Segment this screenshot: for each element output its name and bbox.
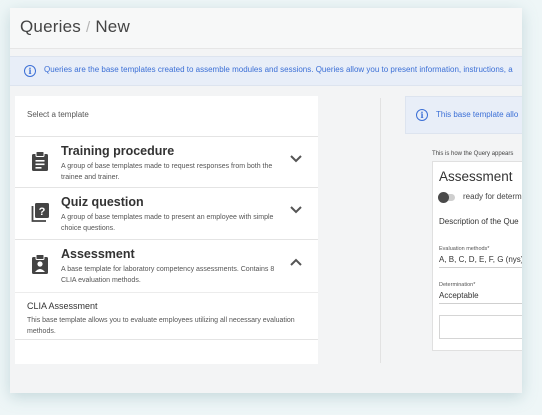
comment-text-area[interactable] (439, 315, 522, 339)
page-header: Queries / New (10, 8, 522, 49)
preview-panel: i This base template allo This is how th… (405, 96, 522, 364)
info-banner: i Queries are the base templates created… (10, 56, 522, 86)
template-item-training-procedure[interactable]: Training procedure A group of base templ… (15, 136, 318, 187)
toggle-knob (438, 192, 449, 203)
template-title: Training procedure (61, 144, 175, 158)
info-banner-text: Queries are the base templates created t… (44, 65, 513, 74)
chevron-up-icon[interactable] (289, 257, 303, 267)
determination-field[interactable]: Acceptable (439, 291, 522, 304)
preview-card: Assessment ready for determ Description … (432, 161, 522, 351)
template-description: A group of base templates made to reques… (61, 163, 273, 181)
template-title: Assessment (61, 247, 135, 261)
svg-text:?: ? (39, 206, 46, 218)
sub-item-description: This base template allows you to evaluat… (27, 317, 295, 335)
template-description: A base template for laboratory competenc… (61, 266, 275, 284)
template-item-quiz-question[interactable]: ? Quiz question A group of base template… (15, 187, 318, 239)
chevron-down-icon[interactable] (289, 205, 303, 215)
info-icon: i (24, 65, 36, 77)
breadcrumb-separator: / (85, 19, 91, 36)
preview-banner-text: This base template allo (436, 110, 519, 119)
template-picker-title: Select a template (27, 110, 89, 119)
clipboard-person-icon (32, 254, 48, 274)
chevron-down-icon[interactable] (289, 154, 303, 164)
toggle-label: ready for determ (463, 192, 522, 201)
preview-info-banner: i This base template allo (405, 96, 522, 134)
footer (10, 370, 522, 393)
breadcrumb: Queries / New (20, 17, 130, 37)
ready-toggle[interactable] (438, 192, 455, 203)
evaluation-methods-field[interactable]: A, B, C, D, E, F, G (nys), (439, 255, 522, 268)
template-sub-item-clia-assessment[interactable]: CLIA Assessment This base template allow… (15, 292, 318, 340)
template-picker: Select a template Training procedure A g… (15, 96, 318, 364)
preview-description: Description of the Que (439, 217, 519, 226)
template-description: A group of base templates made to presen… (61, 214, 274, 232)
breadcrumb-root[interactable]: Queries (20, 17, 81, 36)
clipboard-icon (32, 151, 48, 171)
info-icon: i (416, 109, 428, 121)
breadcrumb-current: New (95, 17, 130, 36)
preview-title: Assessment (439, 169, 513, 184)
template-item-assessment[interactable]: Assessment A base template for laborator… (15, 239, 318, 292)
sub-item-title: CLIA Assessment (27, 301, 98, 311)
panel-divider (380, 98, 381, 363)
template-title: Quiz question (61, 195, 144, 209)
preview-label: This is how the Query appears (432, 151, 514, 157)
determination-label: Determination* (439, 282, 476, 288)
evaluation-methods-label: Evaluation methods* (439, 246, 490, 252)
question-box-icon: ? (31, 203, 49, 222)
app-window: Queries / New i Queries are the base templ… (10, 8, 522, 393)
